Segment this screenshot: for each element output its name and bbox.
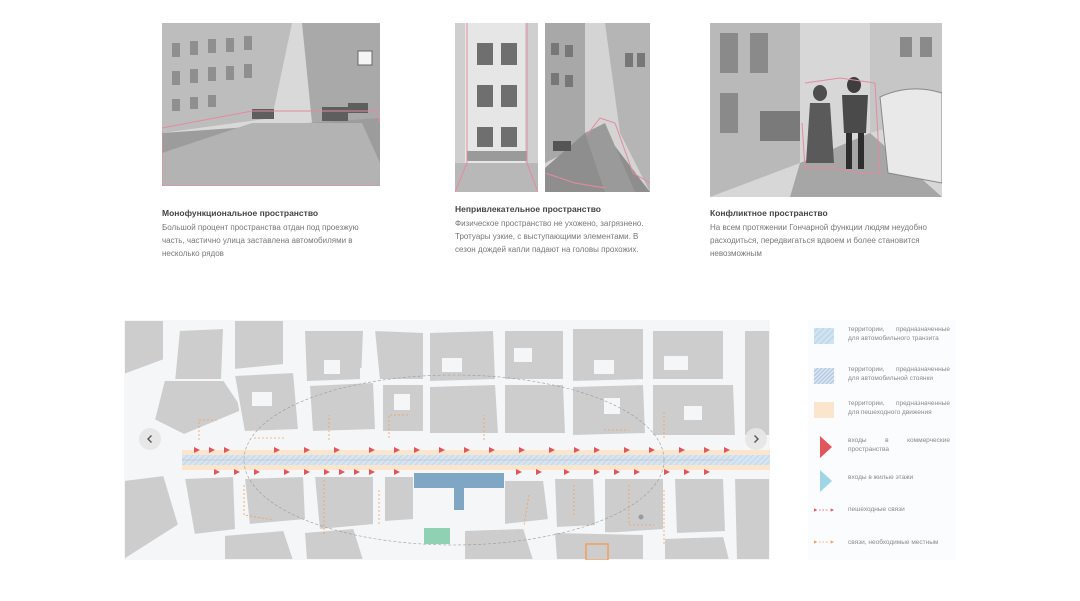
legend-label: территории, предназначенные для автомоби… xyxy=(848,326,950,342)
card-description: Физическое пространство не ухожено, загр… xyxy=(455,219,644,254)
chevron-right-icon xyxy=(754,435,759,443)
carousel-prev-button[interactable] xyxy=(139,428,161,450)
card-description: Большой процент пространства отдан под п… xyxy=(162,223,359,258)
orange-dashed-arrow-icon xyxy=(814,540,834,544)
card-description: На всем протяжении Гончарной функции люд… xyxy=(710,223,927,258)
carousel-next-button[interactable] xyxy=(745,428,767,450)
red-triangle-icon xyxy=(820,436,832,458)
legend-label: входы в коммерческие пространства xyxy=(848,437,950,453)
street-photo-1 xyxy=(162,23,380,186)
map-legend: территории, предназначенные для автомоби… xyxy=(808,320,956,560)
legend-label: территории, предназначенные для пешеходн… xyxy=(848,400,950,416)
pedestrian-swatch xyxy=(814,402,834,418)
card-title: Непривлекательное пространство xyxy=(455,204,602,214)
street-analysis-map xyxy=(124,320,770,560)
pedestrians-photo xyxy=(710,23,942,197)
legend-label: пешеходные связи xyxy=(848,506,905,513)
building-photo xyxy=(455,23,538,192)
parking-swatch xyxy=(814,368,834,384)
card-title: Конфликтное пространство xyxy=(710,208,828,218)
cyan-triangle-icon xyxy=(820,470,832,492)
sidewalk-photo xyxy=(545,23,650,192)
legend-label: входы в жилые этажи xyxy=(848,474,914,481)
legend-label: связи, необходимые местным xyxy=(848,539,939,546)
legend-label: территории, предназначенные для автомоби… xyxy=(848,366,950,382)
chevron-left-icon xyxy=(147,435,152,443)
card-title: Монофункциональное пространство xyxy=(162,208,319,218)
transit-swatch xyxy=(814,328,834,344)
red-dashed-arrow-icon xyxy=(814,508,834,512)
